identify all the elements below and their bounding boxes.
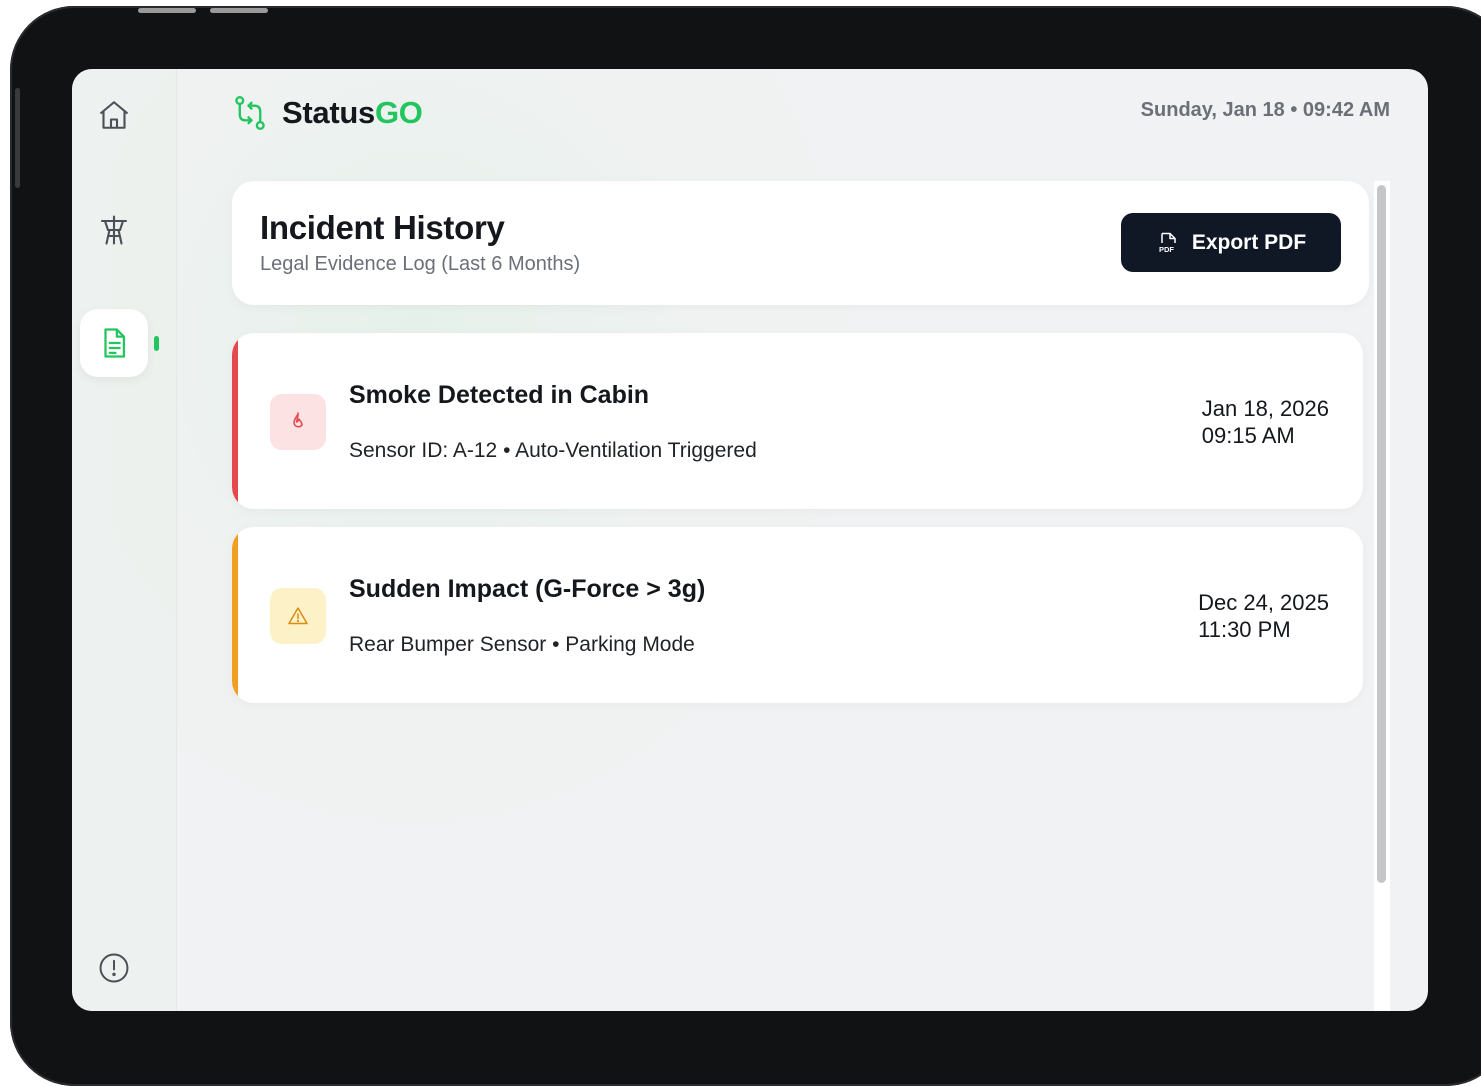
status-sync-icon: [235, 96, 265, 130]
side-button: [15, 88, 20, 188]
home-icon: [99, 101, 129, 129]
brand-name: StatusGO: [282, 95, 423, 130]
sidebar: [72, 69, 177, 1011]
app-screen: StatusGO Sunday, Jan 18 • 09:42 AM Incid…: [72, 69, 1428, 1011]
flame-icon: [293, 412, 303, 428]
severity-bar: [232, 527, 238, 703]
scrollbar-thumb[interactable]: [1377, 185, 1386, 883]
incident-title: Smoke Detected in Cabin: [349, 381, 650, 409]
incident-date: Jan 18, 2026: [1201, 396, 1329, 421]
severity-bar: [232, 333, 238, 509]
incident-card[interactable]: Smoke Detected in Cabin Sensor ID: A-12 …: [232, 333, 1363, 509]
incident-details: Rear Bumper Sensor • Parking Mode: [349, 633, 695, 656]
incident-timestamp: Dec 24, 2025 11:30 PM: [1198, 589, 1329, 643]
warning-triangle-icon: [288, 607, 308, 625]
incident-timestamp: Jan 18, 2026 09:15 AM: [1202, 395, 1329, 449]
page-subtitle: Legal Evidence Log (Last 6 Months): [260, 253, 581, 275]
active-indicator: [154, 336, 159, 351]
antenna-tower-icon: [100, 215, 128, 245]
incident-title: Sudden Impact (G-Force > 3g): [349, 575, 706, 603]
pdf-file-icon: PDF: [1159, 232, 1176, 254]
incident-history-header: Incident History Legal Evidence Log (Las…: [232, 181, 1369, 305]
incident-card[interactable]: Sudden Impact (G-Force > 3g) Rear Bumper…: [232, 527, 1363, 703]
sidebar-item-alerts[interactable]: [80, 934, 148, 1002]
incident-icon-badge: [270, 588, 326, 644]
document-icon: [104, 328, 126, 358]
date-time-display: Sunday, Jan 18 • 09:42 AM: [1140, 99, 1390, 121]
incident-icon-badge: [270, 394, 326, 450]
export-pdf-label: Export PDF: [1191, 230, 1307, 254]
volume-button: [210, 8, 268, 13]
sidebar-item-connectivity[interactable]: [80, 196, 148, 264]
svg-text:PDF: PDF: [1159, 245, 1174, 254]
export-pdf-button[interactable]: PDF Export PDF: [1121, 213, 1341, 272]
brand-logo: StatusGO: [232, 91, 423, 135]
incident-details: Sensor ID: A-12 • Auto-Ventilation Trigg…: [349, 439, 757, 462]
sidebar-item-home[interactable]: [80, 81, 148, 149]
alert-circle-icon: [99, 953, 129, 983]
incident-date: Dec 24, 2025: [1198, 590, 1329, 615]
volume-button: [138, 8, 196, 13]
incident-time: 11:30 PM: [1198, 617, 1291, 642]
incident-time: 09:15 AM: [1201, 423, 1295, 448]
page-title: Incident History: [260, 209, 505, 246]
sidebar-item-incident-history[interactable]: [80, 309, 148, 377]
